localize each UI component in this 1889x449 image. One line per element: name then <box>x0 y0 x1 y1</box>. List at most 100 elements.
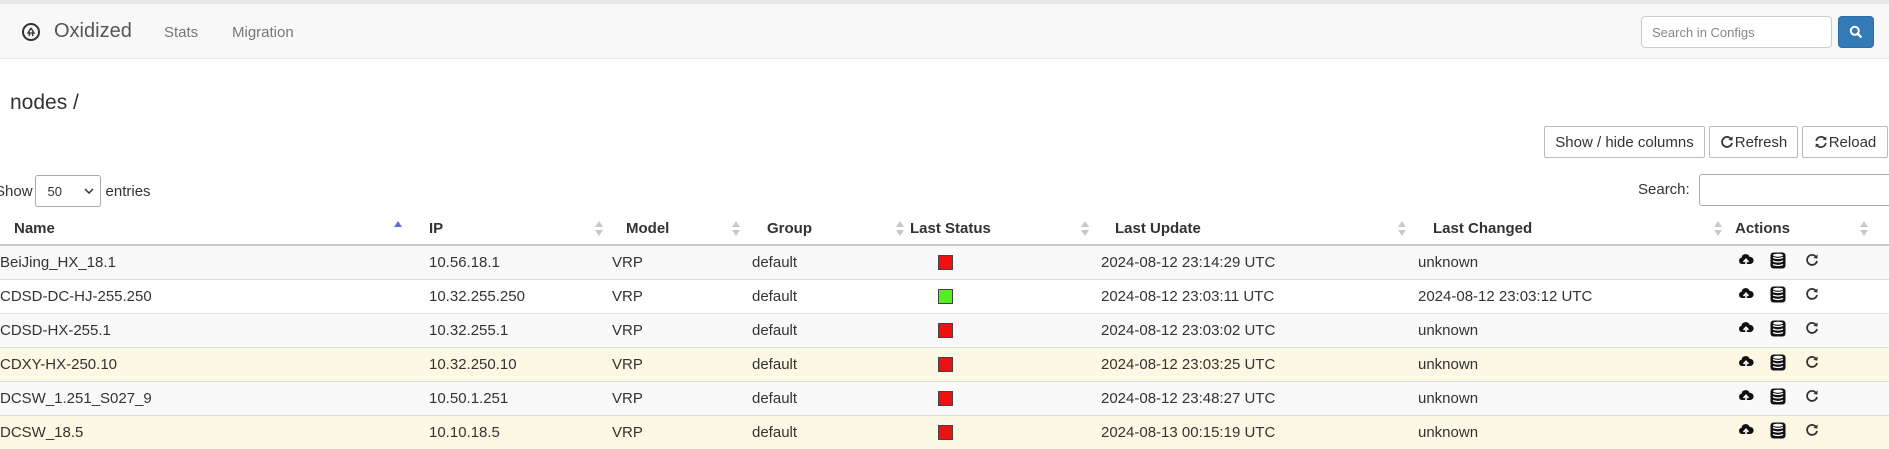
cloud-upload-icon[interactable] <box>1738 253 1754 271</box>
status-indicator <box>938 356 953 372</box>
column-header-actions[interactable]: Actions <box>1735 213 1889 246</box>
refresh-icon[interactable] <box>1805 287 1819 305</box>
node-ip: 10.10.18.5 <box>429 423 500 441</box>
column-header-last-changed[interactable]: Last Changed <box>1418 213 1735 246</box>
cell-group: default <box>752 346 910 381</box>
table-search-input[interactable] <box>1699 174 1889 206</box>
brand[interactable]: Oxidized <box>22 20 132 43</box>
refresh-icon[interactable] <box>1805 355 1819 373</box>
cell-last-status <box>910 312 1101 347</box>
node-name-link[interactable]: BeiJing_HX_18.1 <box>0 254 116 271</box>
cell-last-status <box>910 380 1101 415</box>
column-header-ip[interactable]: IP <box>415 213 612 246</box>
node-model: VRP <box>612 389 643 407</box>
sort-ascending-icon <box>394 221 402 237</box>
node-last-update: 2024-08-12 23:03:11 UTC <box>1101 287 1275 305</box>
table-row: CDSD-HX-255.1 10.32.255.1 VRP default 2024-0… <box>0 312 1889 347</box>
node-name-link[interactable]: DCSW_18.5 <box>0 424 83 441</box>
node-model: VRP <box>612 287 643 305</box>
table-row: CDXY-HX-250.10 10.32.250.10 VRP default 2024… <box>0 346 1889 381</box>
column-label: Last Status <box>910 220 991 237</box>
length-suffix: entries <box>105 182 151 200</box>
refresh-icon[interactable] <box>1805 321 1819 339</box>
cell-last-changed: unknown <box>1418 244 1735 279</box>
database-icon[interactable] <box>1770 388 1786 409</box>
node-group: default <box>752 423 798 441</box>
column-header-group[interactable]: Group <box>752 213 910 246</box>
database-icon[interactable] <box>1770 320 1786 341</box>
cell-model: VRP <box>612 380 752 415</box>
node-name-link[interactable]: CDSD-DC-HJ-255.250 <box>0 288 152 305</box>
table-header-row: Name IP Model Group Last Status Last Upd… <box>0 213 1889 246</box>
node-group: default <box>752 287 798 305</box>
node-last-update: 2024-08-12 23:48:27 UTC <box>1101 389 1276 407</box>
cell-last-status <box>910 414 1101 449</box>
cell-ip: 10.32.255.250 <box>415 278 612 313</box>
show-hide-columns-label: Show / hide columns <box>1555 133 1694 151</box>
cell-ip: 10.32.255.1 <box>415 312 612 347</box>
sort-icon <box>1714 221 1722 237</box>
node-name-link[interactable]: CDXY-HX-250.10 <box>0 356 117 373</box>
node-group: default <box>752 389 798 407</box>
config-search-input[interactable] <box>1641 16 1832 48</box>
cell-group: default <box>752 244 910 279</box>
table-row: DCSW_1.251_S027_9 10.50.1.251 VRP default 20… <box>0 380 1889 415</box>
cloud-upload-icon[interactable] <box>1738 389 1754 407</box>
node-last-update: 2024-08-12 23:03:02 UTC <box>1101 321 1276 339</box>
table-body: BeiJing_HX_18.1 10.56.18.1 VRP default 2024-… <box>0 244 1889 449</box>
status-indicator <box>938 254 953 270</box>
status-indicator <box>938 390 953 406</box>
cell-last-status <box>910 278 1101 313</box>
node-name-link[interactable]: CDSD-HX-255.1 <box>0 322 111 339</box>
cell-last-update: 2024-08-12 23:14:29 UTC <box>1101 244 1418 279</box>
refresh-icon[interactable] <box>1805 423 1819 441</box>
sort-icon <box>1081 221 1089 237</box>
node-model: VRP <box>612 253 643 271</box>
node-last-changed: unknown <box>1418 423 1479 441</box>
cell-name[interactable]: DCSW_1.251_S027_9 <box>0 380 415 415</box>
column-header-name[interactable]: Name <box>0 213 415 246</box>
cell-last-status <box>910 244 1101 279</box>
node-name-link[interactable]: DCSW_1.251_S027_9 <box>0 390 152 407</box>
column-header-model[interactable]: Model <box>612 213 752 246</box>
refresh-icon[interactable] <box>1805 253 1819 271</box>
cloud-upload-icon[interactable] <box>1738 355 1754 373</box>
node-model: VRP <box>612 423 643 441</box>
refresh-button[interactable]: Refresh <box>1709 126 1798 158</box>
column-header-last-update[interactable]: Last Update <box>1101 213 1418 246</box>
column-label: Actions <box>1735 220 1791 237</box>
table-search-label: Search: <box>1638 181 1690 198</box>
refresh-icon[interactable] <box>1805 389 1819 407</box>
database-icon[interactable] <box>1770 286 1786 307</box>
cell-last-update: 2024-08-12 23:48:27 UTC <box>1101 380 1418 415</box>
cloud-upload-icon[interactable] <box>1738 287 1754 305</box>
cell-model: VRP <box>612 312 752 347</box>
cloud-upload-icon[interactable] <box>1738 423 1754 441</box>
config-search-button[interactable] <box>1838 16 1874 48</box>
column-label: Last Update <box>1115 220 1201 237</box>
nodes-table: Name IP Model Group Last Status Last Upd… <box>0 213 1889 449</box>
cell-name[interactable]: CDSD-DC-HJ-255.250 <box>0 278 415 313</box>
cell-last-changed: unknown <box>1418 346 1735 381</box>
refresh-label: Refresh <box>1734 133 1788 151</box>
reload-button[interactable]: Reload <box>1802 126 1888 158</box>
cloud-upload-icon[interactable] <box>1738 321 1754 339</box>
cell-actions <box>1735 380 1889 415</box>
cell-actions <box>1735 312 1889 347</box>
database-icon[interactable] <box>1770 252 1786 273</box>
cell-last-changed: unknown <box>1418 414 1735 449</box>
database-icon[interactable] <box>1770 354 1786 375</box>
nav-link-migration[interactable]: Migration <box>232 24 294 41</box>
cell-name[interactable]: DCSW_18.5 <box>0 414 415 449</box>
column-header-last-status[interactable]: Last Status <box>910 213 1101 246</box>
navbar: Oxidized Stats Migration <box>0 0 1889 59</box>
nav-link-stats[interactable]: Stats <box>164 24 198 41</box>
show-hide-columns-button[interactable]: Show / hide columns <box>1544 126 1705 158</box>
status-indicator <box>938 322 953 338</box>
cell-name[interactable]: CDXY-HX-250.10 <box>0 346 415 381</box>
entries-length-control: Show 50 entries <box>0 175 151 207</box>
cell-name[interactable]: CDSD-HX-255.1 <box>0 312 415 347</box>
entries-length-select[interactable]: 50 <box>34 175 101 207</box>
cell-name[interactable]: BeiJing_HX_18.1 <box>0 244 415 279</box>
cell-last-changed: 2024-08-12 23:03:12 UTC <box>1418 278 1735 313</box>
